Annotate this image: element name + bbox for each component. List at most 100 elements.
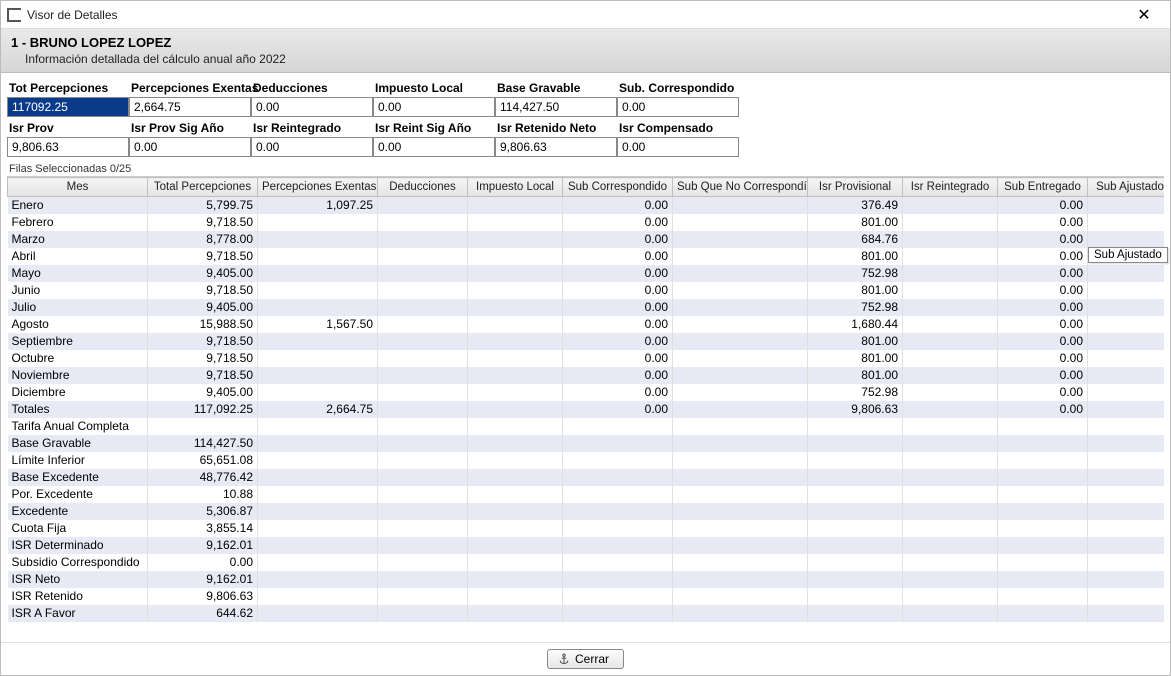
summary-field: Tot Percepciones — [7, 79, 129, 117]
table-row[interactable]: Enero5,799.751,097.250.00376.490.00 — [8, 197, 1165, 214]
table-row[interactable]: Agosto15,988.501,567.500.001,680.440.00 — [8, 316, 1165, 333]
grid-cell: 0.00 — [998, 401, 1088, 418]
grid-cell — [903, 265, 998, 282]
grid-cell: ISR A Favor — [8, 605, 148, 622]
grid-cell — [378, 452, 468, 469]
table-row[interactable]: Subsidio Correspondido0.00 — [8, 554, 1165, 571]
grid-cell — [468, 282, 563, 299]
grid-header-cell[interactable]: Sub Correspondido — [563, 178, 673, 197]
summary-field: Percepciones Exentas — [129, 79, 251, 117]
grid-cell: 0.00 — [998, 214, 1088, 231]
grid-cell — [258, 503, 378, 520]
anchor-icon — [558, 653, 570, 665]
summary-input[interactable] — [251, 137, 373, 157]
table-row[interactable]: Febrero9,718.500.00801.000.00 — [8, 214, 1165, 231]
grid-cell: 0.00 — [998, 333, 1088, 350]
grid-header-cell[interactable]: Isr Reintegrado — [903, 178, 998, 197]
grid-cell — [563, 554, 673, 571]
grid-cell — [673, 350, 808, 367]
table-row[interactable]: Cuota Fija3,855.14 — [8, 520, 1165, 537]
close-button[interactable]: Cerrar — [547, 649, 624, 669]
summary-input[interactable] — [495, 137, 617, 157]
grid-cell: 0.00 — [563, 197, 673, 214]
grid-cell — [998, 503, 1088, 520]
table-row[interactable]: Totales117,092.252,664.750.009,806.630.0… — [8, 401, 1165, 418]
grid-cell — [903, 452, 998, 469]
grid-cell: Diciembre — [8, 384, 148, 401]
grid-cell: 9,718.50 — [148, 350, 258, 367]
table-row[interactable]: Noviembre9,718.500.00801.000.00 — [8, 367, 1165, 384]
grid-cell — [378, 435, 468, 452]
grid-cell: 801.00 — [808, 214, 903, 231]
grid-header-cell[interactable]: Sub Entregado — [998, 178, 1088, 197]
grid-cell: Agosto — [8, 316, 148, 333]
summary-input[interactable] — [7, 97, 129, 117]
grid-cell — [258, 350, 378, 367]
grid-cell: 752.98 — [808, 265, 903, 282]
grid-cell — [563, 605, 673, 622]
grid-cell — [378, 231, 468, 248]
summary-input[interactable] — [617, 97, 739, 117]
grid-cell: 0.00 — [148, 554, 258, 571]
grid-cell — [903, 350, 998, 367]
summary-label: Isr Prov — [7, 119, 129, 137]
grid-cell — [468, 248, 563, 265]
table-row[interactable]: Junio9,718.500.00801.000.00 — [8, 282, 1165, 299]
grid-cell — [903, 588, 998, 605]
grid-header-cell[interactable]: Impuesto Local — [468, 178, 563, 197]
grid-cell: 9,162.01 — [148, 537, 258, 554]
grid-cell: 0.00 — [998, 231, 1088, 248]
summary-input[interactable] — [7, 137, 129, 157]
table-row[interactable]: Tarifa Anual Completa — [8, 418, 1165, 435]
table-row[interactable]: ISR Determinado9,162.01 — [8, 537, 1165, 554]
grid-header-cell[interactable]: Sub Ajustado — [1088, 178, 1165, 197]
table-row[interactable]: Septiembre9,718.500.00801.000.00 — [8, 333, 1165, 350]
table-row[interactable]: ISR Retenido9,806.63 — [8, 588, 1165, 605]
grid-header-cell[interactable]: Isr Provisional — [808, 178, 903, 197]
grid-header-cell[interactable]: Sub Que No Correspondía — [673, 178, 808, 197]
table-row[interactable]: Base Gravable114,427.50 — [8, 435, 1165, 452]
grid-cell — [468, 401, 563, 418]
grid-cell — [468, 299, 563, 316]
table-row[interactable]: Diciembre9,405.000.00752.980.00 — [8, 384, 1165, 401]
table-row[interactable]: Abril9,718.500.00801.000.00 — [8, 248, 1165, 265]
grid-cell — [903, 231, 998, 248]
grid-cell — [1088, 350, 1165, 367]
close-icon[interactable]: ✕ — [1124, 5, 1164, 25]
grid-cell — [563, 435, 673, 452]
table-row[interactable]: Marzo8,778.000.00684.760.00 — [8, 231, 1165, 248]
table-row[interactable]: Base Excedente48,776.42 — [8, 469, 1165, 486]
grid-cell: 3,855.14 — [148, 520, 258, 537]
summary-field: Isr Retenido Neto — [495, 119, 617, 157]
detail-grid[interactable]: MesTotal PercepcionesPercepciones Exenta… — [7, 177, 1164, 622]
grid-header-cell[interactable]: Deducciones — [378, 178, 468, 197]
summary-input[interactable] — [617, 137, 739, 157]
grid-header-cell[interactable]: Percepciones Exentas — [258, 178, 378, 197]
summary-input[interactable] — [129, 97, 251, 117]
summary-input[interactable] — [495, 97, 617, 117]
table-row[interactable]: Julio9,405.000.00752.980.00 — [8, 299, 1165, 316]
app-icon — [7, 8, 21, 22]
grid-cell — [808, 537, 903, 554]
table-row[interactable]: ISR A Favor644.62 — [8, 605, 1165, 622]
summary-input[interactable] — [251, 97, 373, 117]
table-row[interactable]: Por. Excedente10.88 — [8, 486, 1165, 503]
table-row[interactable]: Excedente5,306.87 — [8, 503, 1165, 520]
grid-cell — [378, 248, 468, 265]
grid-header-cell[interactable]: Mes — [8, 178, 148, 197]
table-row[interactable]: Límite Inferior65,651.08 — [8, 452, 1165, 469]
grid-cell: 9,718.50 — [148, 333, 258, 350]
grid-cell: 801.00 — [808, 282, 903, 299]
summary-input[interactable] — [129, 137, 251, 157]
grid-cell — [378, 503, 468, 520]
grid-cell — [258, 486, 378, 503]
grid-cell: 0.00 — [563, 384, 673, 401]
table-row[interactable]: Octubre9,718.500.00801.000.00 — [8, 350, 1165, 367]
summary-input[interactable] — [373, 137, 495, 157]
summary-input[interactable] — [373, 97, 495, 117]
grid-cell: 801.00 — [808, 248, 903, 265]
grid-cell: Base Gravable — [8, 435, 148, 452]
table-row[interactable]: Mayo9,405.000.00752.980.00 — [8, 265, 1165, 282]
grid-header-cell[interactable]: Total Percepciones — [148, 178, 258, 197]
table-row[interactable]: ISR Neto9,162.01 — [8, 571, 1165, 588]
